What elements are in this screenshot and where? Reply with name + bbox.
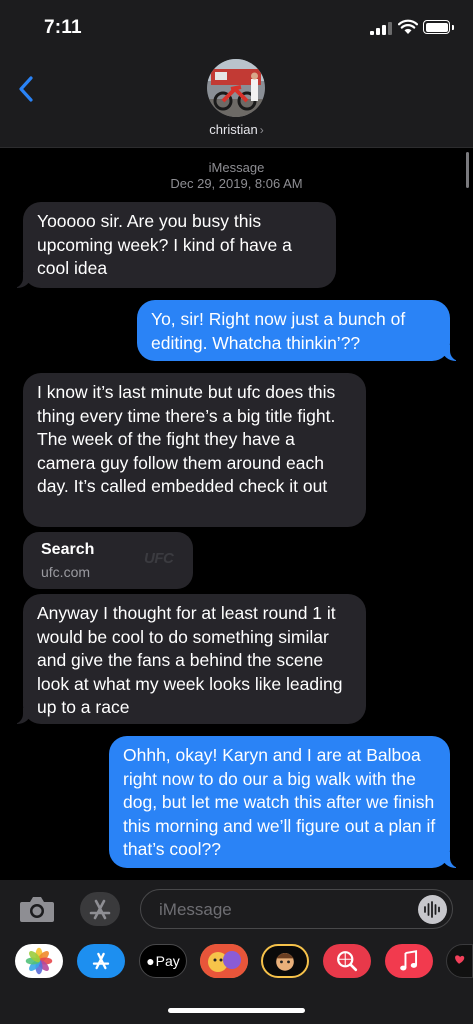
home-indicator[interactable] bbox=[168, 1008, 305, 1013]
contact-chevron-icon: › bbox=[259, 123, 264, 137]
music-icon bbox=[400, 950, 418, 971]
animoji-icon bbox=[276, 953, 294, 971]
app-store-button[interactable] bbox=[80, 892, 120, 926]
message-text: Yo, sir! Right now just a bunch of editi… bbox=[151, 309, 406, 353]
outgoing-message-bubble[interactable]: Ohhh, okay! Karyn and I are at Balboa ri… bbox=[109, 736, 462, 868]
app-store-icon bbox=[92, 952, 110, 970]
apple-pay-label: Pay bbox=[155, 953, 180, 969]
contact-avatar[interactable] bbox=[207, 59, 265, 117]
wifi-icon bbox=[398, 19, 418, 34]
camera-icon[interactable] bbox=[18, 894, 56, 924]
compose-bar: iMessage bbox=[0, 880, 473, 936]
message-input[interactable]: iMessage bbox=[140, 889, 453, 929]
thread-meta: iMessage Dec 29, 2019, 8:06 AM bbox=[0, 160, 473, 192]
audio-message-button[interactable] bbox=[418, 895, 447, 924]
battery-icon bbox=[423, 20, 454, 34]
link-preview-card[interactable]: Search ufc.com UFC bbox=[23, 532, 193, 589]
waveform-icon bbox=[424, 901, 440, 918]
ufc-logo-icon: UFC bbox=[144, 550, 174, 567]
service-label: iMessage bbox=[208, 160, 265, 175]
music-app[interactable] bbox=[385, 944, 433, 978]
apple-pay-app[interactable]: ● Pay bbox=[139, 944, 187, 978]
incoming-message-bubble[interactable]: Yooooo sir. Are you busy this upcoming w… bbox=[11, 202, 336, 288]
conversation-header: christian › bbox=[0, 56, 473, 148]
incoming-message-bubble[interactable]: Anyway I thought for at least round 1 it… bbox=[11, 594, 366, 724]
message-text: I know it’s last minute but ufc does thi… bbox=[37, 382, 336, 496]
app-store-a-icon bbox=[89, 899, 111, 920]
app-store-app[interactable] bbox=[77, 944, 125, 978]
digital-touch-icon bbox=[455, 955, 465, 964]
outgoing-message-bubble[interactable]: Yo, sir! Right now just a bunch of editi… bbox=[137, 300, 462, 361]
photos-icon bbox=[25, 947, 53, 975]
message-input-placeholder: iMessage bbox=[159, 900, 232, 919]
status-bar: 7:11 bbox=[0, 0, 473, 56]
message-text: Anyway I thought for at least round 1 it… bbox=[37, 603, 343, 717]
message-text: Ohhh, okay! Karyn and I are at Balboa ri… bbox=[123, 745, 436, 859]
contact-name[interactable]: christian › bbox=[0, 122, 473, 137]
back-chevron-icon[interactable] bbox=[16, 74, 38, 104]
web-images-app[interactable] bbox=[323, 944, 371, 978]
status-time: 7:11 bbox=[44, 17, 82, 38]
apple-pay-icon: ● bbox=[146, 953, 155, 969]
contact-name-label: christian bbox=[209, 122, 258, 137]
web-images-search-icon bbox=[337, 951, 358, 972]
incoming-message-bubble[interactable]: I know it’s last minute but ufc does thi… bbox=[23, 373, 366, 527]
message-text: Yooooo sir. Are you busy this upcoming w… bbox=[37, 211, 292, 278]
link-preview-url: ufc.com bbox=[41, 564, 91, 580]
memoji-stickers-app[interactable] bbox=[200, 944, 248, 978]
memoji-stickers-icon bbox=[200, 944, 248, 978]
digital-touch-app[interactable] bbox=[446, 944, 473, 978]
photos-app[interactable] bbox=[15, 944, 63, 978]
cellular-signal-icon bbox=[370, 22, 392, 35]
message-timestamp: Dec 29, 2019, 8:06 AM bbox=[170, 176, 303, 191]
animoji-app[interactable] bbox=[261, 944, 309, 978]
link-preview-title: Search bbox=[41, 541, 95, 558]
